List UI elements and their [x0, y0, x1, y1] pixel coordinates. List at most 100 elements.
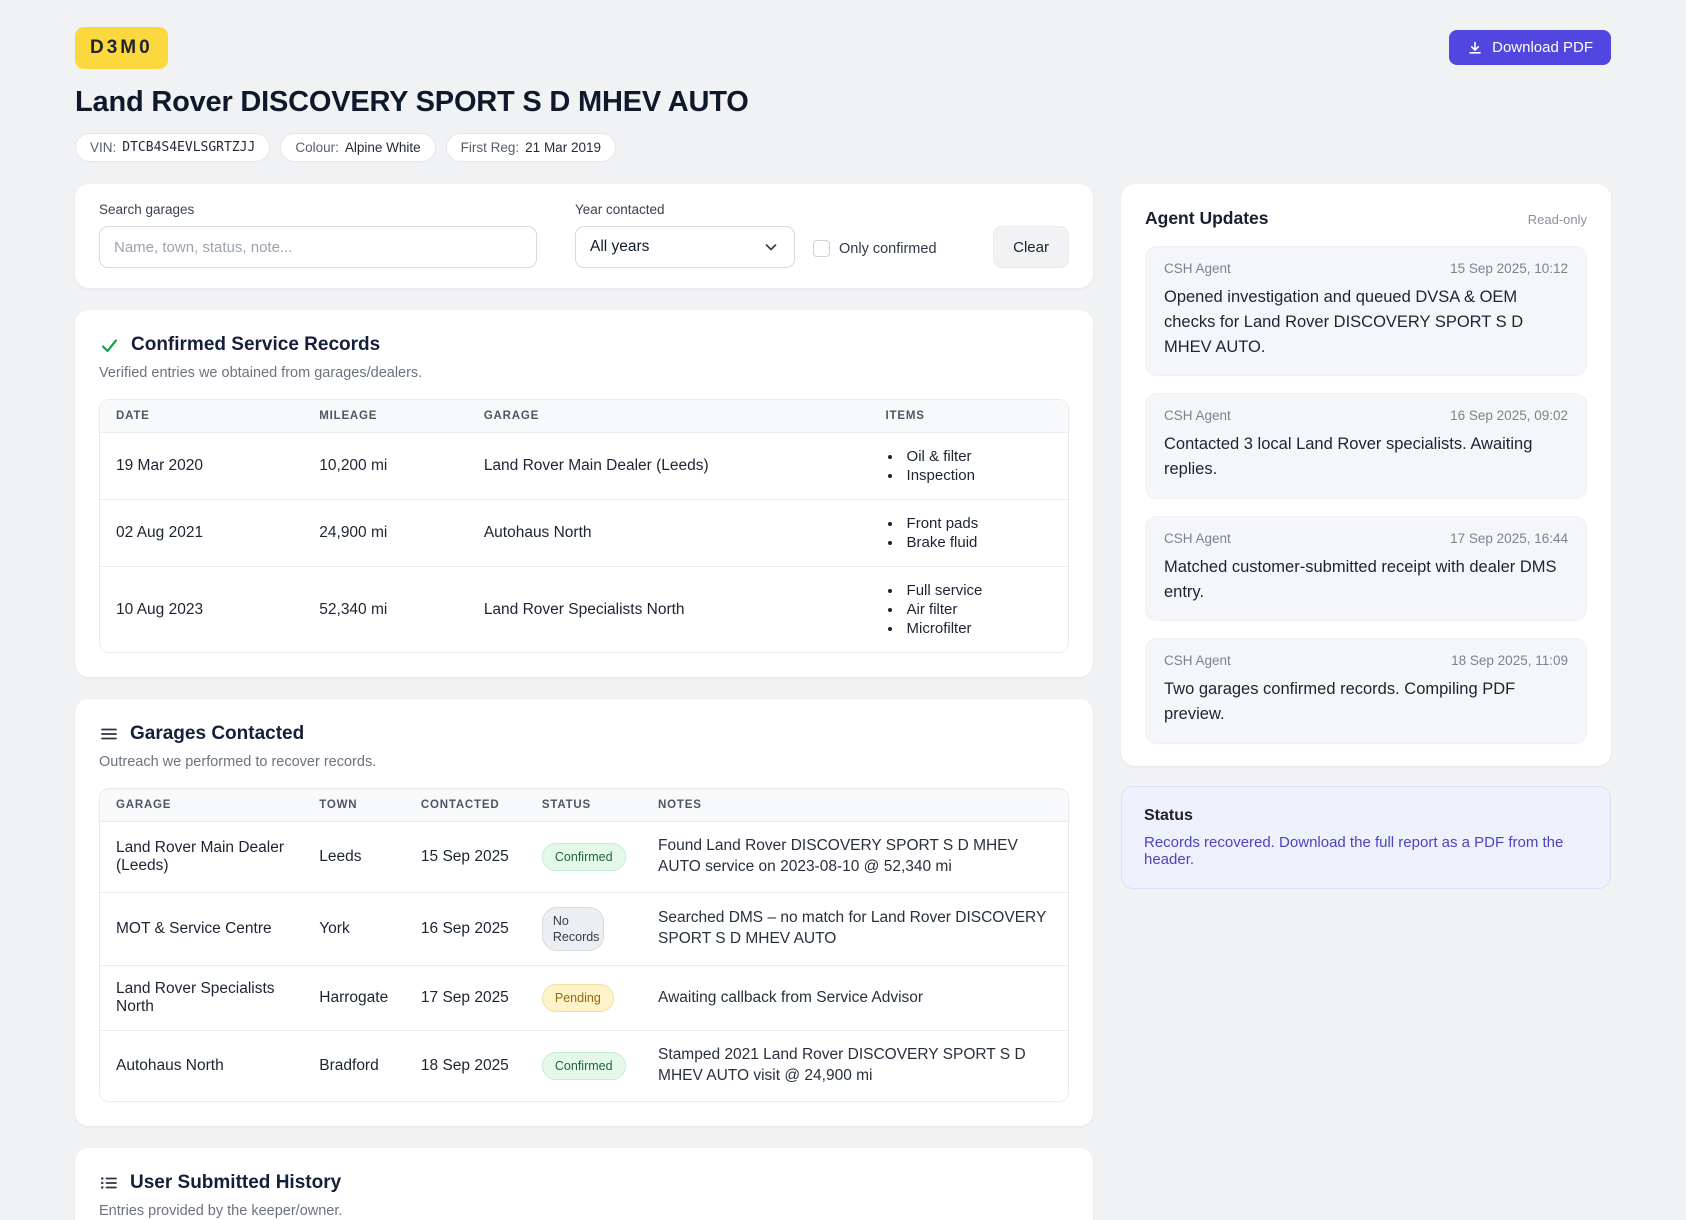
- column-header-notes: Notes: [642, 789, 1068, 822]
- chevron-down-icon: [762, 238, 780, 256]
- year-contacted-label: Year contacted: [575, 202, 665, 217]
- download-pdf-button[interactable]: Download PDF: [1449, 30, 1611, 65]
- column-header-garage: Garage: [100, 789, 304, 822]
- status-box-title: Status: [1144, 806, 1193, 824]
- user-history-title: User Submitted History: [130, 1172, 342, 1194]
- cell-town: Harrogate: [303, 965, 405, 1031]
- year-select-value: All years: [590, 238, 650, 255]
- confirmed-records-table: Date Mileage Garage Items 19 Mar 2020 10…: [99, 399, 1069, 653]
- agent-update-card: CSH Agent 17 Sep 2025, 16:44 Matched cus…: [1145, 515, 1587, 622]
- cell-mileage: 24,900 mi: [303, 499, 468, 567]
- vin-chip-value: DTCB4S4EVLSGRTZJJ: [122, 140, 256, 155]
- status-badge: Pending: [541, 984, 614, 1013]
- cell-contacted: 17 Sep 2025: [404, 965, 526, 1031]
- column-header-garage: Garage: [467, 400, 870, 433]
- agent-update-meta: CSH Agent 15 Sep 2025, 10:12: [1164, 261, 1568, 276]
- agent-update-meta: CSH Agent 17 Sep 2025, 16:44: [1164, 531, 1568, 546]
- cell-garage: Land Rover Main Dealer (Leeds): [467, 432, 870, 500]
- user-history-title-row: User Submitted History: [99, 1172, 1069, 1194]
- cell-garage: Land Rover Specialists North: [100, 965, 304, 1031]
- column-header-date: Date: [100, 400, 304, 433]
- cell-notes: Searched DMS – no match for Land Rover D…: [642, 891, 1068, 966]
- cell-garage: Land Rover Main Dealer (Leeds): [100, 821, 304, 893]
- confirmed-records-subtitle: Verified entries we obtained from garage…: [99, 365, 423, 381]
- registration-plate-badge: D3M0: [75, 27, 168, 69]
- user-history-card: User Submitted History Entries provided …: [75, 1148, 1093, 1220]
- search-garages-label: Search garages: [99, 202, 195, 217]
- clear-filters-button[interactable]: Clear: [993, 226, 1069, 268]
- agent-update-card: CSH Agent 16 Sep 2025, 09:02 Contacted 3…: [1145, 393, 1587, 499]
- agent-message: Two garages confirmed records. Compiling…: [1164, 680, 1516, 723]
- cell-items: Full service Air filter Microfilter: [869, 566, 1068, 652]
- agent-update-card: CSH Agent 18 Sep 2025, 11:09 Two garages…: [1145, 638, 1587, 744]
- column-header-town: Town: [303, 789, 405, 822]
- cell-mileage: 52,340 mi: [303, 566, 468, 652]
- sidebar: Agent Updates Read-only CSH Agent 15 Sep…: [1121, 184, 1611, 889]
- cell-garage: Autohaus North: [467, 499, 870, 567]
- only-confirmed-checkbox[interactable]: [813, 240, 830, 257]
- garage-contact-row: MOT & Service Centre York 16 Sep 2025 No…: [100, 891, 1068, 966]
- agent-message: Matched customer-submitted receipt with …: [1164, 557, 1557, 601]
- confirmed-records-title-row: Confirmed Service Records: [99, 334, 1069, 356]
- cell-contacted: 18 Sep 2025: [404, 1030, 526, 1102]
- colour-chip-value: Alpine White: [344, 140, 421, 155]
- garage-contact-row: Autohaus North Bradford 18 Sep 2025 Conf…: [100, 1030, 1068, 1102]
- download-pdf-label: Download PDF: [1492, 39, 1593, 56]
- agent-message: Opened investigation and queued DVSA & O…: [1164, 288, 1524, 356]
- user-history-subtitle: Entries provided by the keeper/owner.: [99, 1203, 343, 1220]
- agent-update-card: CSH Agent 15 Sep 2025, 10:12 Opened inve…: [1145, 246, 1587, 377]
- main-column: Search garages Year contacted All years: [75, 184, 1093, 1220]
- first-reg-chip-label: First Reg:: [460, 140, 520, 155]
- filters-card: Search garages Year contacted All years: [75, 184, 1093, 288]
- agent-timestamp: 17 Sep 2025, 16:44: [1450, 530, 1568, 546]
- page-header: D3M0 Download PDF: [75, 27, 1611, 69]
- only-confirmed-group: Only confirmed: [813, 240, 937, 268]
- cell-contacted: 16 Sep 2025: [404, 891, 526, 966]
- year-contacted-select[interactable]: All years: [575, 226, 795, 268]
- cell-notes: Stamped 2021 Land Rover DISCOVERY SPORT …: [642, 1030, 1068, 1102]
- service-item: Front pads: [903, 514, 1052, 533]
- status-badge: Confirmed: [541, 842, 626, 872]
- agent-author: CSH Agent: [1164, 261, 1231, 276]
- agent-timestamp: 18 Sep 2025, 11:09: [1451, 653, 1568, 669]
- agent-update-meta: CSH Agent 16 Sep 2025, 09:02: [1164, 408, 1568, 423]
- agent-message: Contacted 3 local Land Rover specialists…: [1164, 435, 1533, 478]
- cell-garage: MOT & Service Centre: [100, 891, 304, 966]
- download-icon: [1467, 40, 1483, 56]
- page-title: Land Rover DISCOVERY SPORT S D MHEV AUTO: [75, 86, 749, 118]
- column-header-mileage: Mileage: [303, 400, 468, 433]
- service-item: Air filter: [903, 600, 1052, 619]
- cell-status: Confirmed: [525, 821, 643, 893]
- cell-garage: Autohaus North: [100, 1030, 304, 1102]
- confirmed-records-card: Confirmed Service Records Verified entri…: [75, 310, 1093, 677]
- agent-updates-panel: Agent Updates Read-only CSH Agent 15 Sep…: [1121, 184, 1611, 766]
- status-box: Status Records recovered. Download the f…: [1121, 785, 1611, 889]
- garages-contacted-table: Garage Town Contacted Status Notes Land …: [99, 788, 1069, 1103]
- first-reg-chip: First Reg: 21 Mar 2019: [445, 133, 616, 162]
- cell-mileage: 10,200 mi: [303, 432, 468, 500]
- cell-status: No Records: [525, 891, 643, 966]
- garages-contacted-subtitle: Outreach we performed to recover records…: [99, 754, 377, 770]
- agent-author: CSH Agent: [1164, 653, 1231, 669]
- agent-updates-header: Agent Updates Read-only: [1145, 208, 1587, 229]
- cell-date: 19 Mar 2020: [100, 432, 304, 500]
- column-header-status: Status: [525, 789, 643, 822]
- status-badge: Confirmed: [541, 1052, 626, 1081]
- garages-contacted-card: Garages Contacted Outreach we performed …: [75, 699, 1093, 1127]
- vehicle-chips: VIN: DTCB4S4EVLSGRTZJJ Colour: Alpine Wh…: [75, 133, 1611, 162]
- year-field-group: Year contacted All years: [575, 202, 795, 268]
- agent-updates-title: Agent Updates: [1145, 208, 1269, 228]
- cell-town: York: [303, 891, 405, 966]
- agent-update-meta: CSH Agent 18 Sep 2025, 11:09: [1164, 653, 1568, 668]
- vin-chip-label: VIN:: [90, 140, 117, 155]
- confirmed-records-title: Confirmed Service Records: [131, 334, 381, 355]
- garages-contacted-title-row: Garages Contacted: [99, 723, 1069, 745]
- search-garages-input[interactable]: [99, 226, 537, 268]
- cell-town: Leeds: [303, 821, 405, 893]
- cell-status: Confirmed: [525, 1030, 643, 1102]
- cell-items: Front pads Brake fluid: [869, 499, 1068, 567]
- colour-chip-label: Colour:: [295, 140, 339, 155]
- vin-chip: VIN: DTCB4S4EVLSGRTZJJ: [75, 133, 271, 162]
- column-header-contacted: Contacted: [404, 789, 526, 822]
- cell-town: Bradford: [303, 1030, 405, 1102]
